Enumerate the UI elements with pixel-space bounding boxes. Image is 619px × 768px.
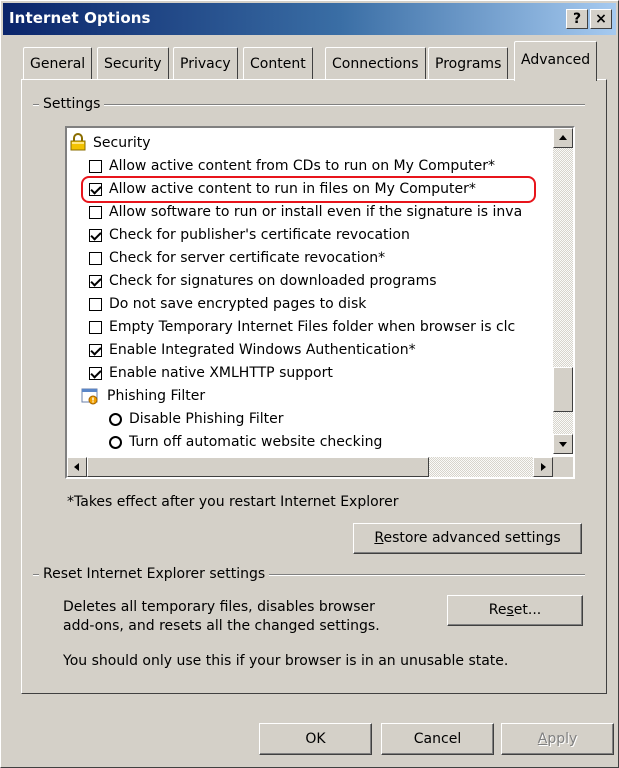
title-bar[interactable]: Internet Options ? × bbox=[3, 3, 616, 35]
list-item-label: Allow active content from CDs to run on … bbox=[109, 158, 495, 174]
restart-footnote: *Takes effect after you restart Internet… bbox=[67, 494, 399, 510]
tab-programs[interactable]: Programs bbox=[428, 47, 509, 79]
tab-privacy[interactable]: Privacy bbox=[173, 47, 238, 79]
button-label-post: estore advanced settings bbox=[383, 530, 561, 546]
phishing-filter-icon bbox=[81, 388, 98, 405]
radio-button[interactable] bbox=[109, 436, 122, 449]
reset-warning-text: You should only use this if your browser… bbox=[63, 653, 509, 669]
vertical-scroll-thumb[interactable] bbox=[553, 367, 573, 412]
button-label-post: pply bbox=[547, 731, 578, 747]
checkbox-checked[interactable] bbox=[89, 367, 102, 380]
reset-description-line1: Deletes all temporary files, disables br… bbox=[63, 599, 375, 615]
button-label-mnemonic: A bbox=[537, 731, 548, 747]
tab-general[interactable]: General bbox=[23, 47, 93, 79]
button-label-pre: Re bbox=[488, 602, 507, 618]
arrow-up-icon bbox=[559, 135, 567, 140]
button-label-post: et... bbox=[513, 602, 542, 618]
checkbox-unchecked[interactable] bbox=[89, 321, 102, 334]
window-title: Internet Options bbox=[9, 9, 151, 27]
scroll-right-button[interactable] bbox=[533, 457, 553, 477]
apply-button[interactable]: Apply bbox=[501, 723, 614, 755]
settings-group-border bbox=[33, 104, 585, 106]
checkbox-checked[interactable] bbox=[89, 275, 102, 288]
settings-list[interactable]: Security Allow active content from CDs t… bbox=[65, 126, 575, 479]
tab-content[interactable]: Content bbox=[243, 47, 313, 79]
settings-group-label: Settings bbox=[39, 96, 105, 112]
reset-description-line2: add-ons, and resets all the changed sett… bbox=[63, 618, 380, 634]
help-button[interactable]: ? bbox=[566, 9, 588, 29]
list-item-label: Allow software to run or install even if… bbox=[109, 204, 523, 220]
list-item-label: Check for publisher's certificate revoca… bbox=[109, 227, 410, 243]
list-item-label: Enable native XMLHTTP support bbox=[109, 365, 333, 381]
list-item-label: Turn off automatic website checking bbox=[129, 434, 383, 450]
button-label-mnemonic: s bbox=[506, 602, 514, 618]
list-item-label: Allow active content to run in files on … bbox=[109, 181, 476, 197]
checkbox-unchecked[interactable] bbox=[89, 206, 102, 219]
internet-options-dialog: Internet Options ? × General Security Pr… bbox=[0, 0, 619, 768]
list-item-label: Check for signatures on downloaded progr… bbox=[109, 273, 437, 289]
scrollbar-corner bbox=[553, 457, 573, 477]
scroll-down-button[interactable] bbox=[553, 434, 573, 454]
checkbox-unchecked[interactable] bbox=[89, 298, 102, 311]
list-item-label: Check for server certificate revocation* bbox=[109, 250, 386, 266]
arrow-right-icon bbox=[541, 463, 546, 471]
tab-security[interactable]: Security bbox=[97, 47, 169, 79]
list-item-label: Empty Temporary Internet Files folder wh… bbox=[109, 319, 516, 335]
checkbox-checked[interactable] bbox=[89, 229, 102, 242]
ok-button[interactable]: OK bbox=[259, 723, 372, 755]
scroll-up-button[interactable] bbox=[553, 128, 573, 148]
checkbox-checked[interactable] bbox=[89, 344, 102, 357]
arrow-down-icon bbox=[559, 442, 567, 447]
list-item-label: Disable Phishing Filter bbox=[129, 411, 284, 427]
cancel-button[interactable]: Cancel bbox=[381, 723, 494, 755]
checkbox-checked[interactable] bbox=[89, 183, 102, 196]
reset-button[interactable]: Reset... bbox=[447, 595, 583, 626]
list-item-label: Enable Integrated Windows Authentication… bbox=[109, 342, 416, 358]
tab-advanced[interactable]: Advanced bbox=[514, 41, 598, 81]
checkbox-unchecked[interactable] bbox=[89, 160, 102, 173]
settings-list-content: Security Allow active content from CDs t… bbox=[67, 128, 553, 454]
arrow-left-icon bbox=[74, 463, 79, 471]
radio-button[interactable] bbox=[109, 413, 122, 426]
tab-connections[interactable]: Connections bbox=[325, 47, 426, 79]
lock-icon bbox=[70, 133, 86, 151]
horizontal-scrollbar[interactable] bbox=[67, 457, 553, 477]
reset-group-label: Reset Internet Explorer settings bbox=[39, 566, 270, 582]
list-item-label: Security bbox=[93, 135, 151, 151]
checkbox-unchecked[interactable] bbox=[89, 252, 102, 265]
restore-advanced-settings-button[interactable]: Restore advanced settings bbox=[353, 523, 582, 554]
scroll-left-button[interactable] bbox=[67, 457, 87, 477]
list-item-label: Do not save encrypted pages to disk bbox=[109, 296, 367, 312]
horizontal-scroll-thumb[interactable] bbox=[87, 457, 429, 477]
vertical-scrollbar[interactable] bbox=[553, 128, 573, 454]
close-button[interactable]: × bbox=[590, 9, 612, 29]
list-item-label: Phishing Filter bbox=[107, 388, 206, 404]
